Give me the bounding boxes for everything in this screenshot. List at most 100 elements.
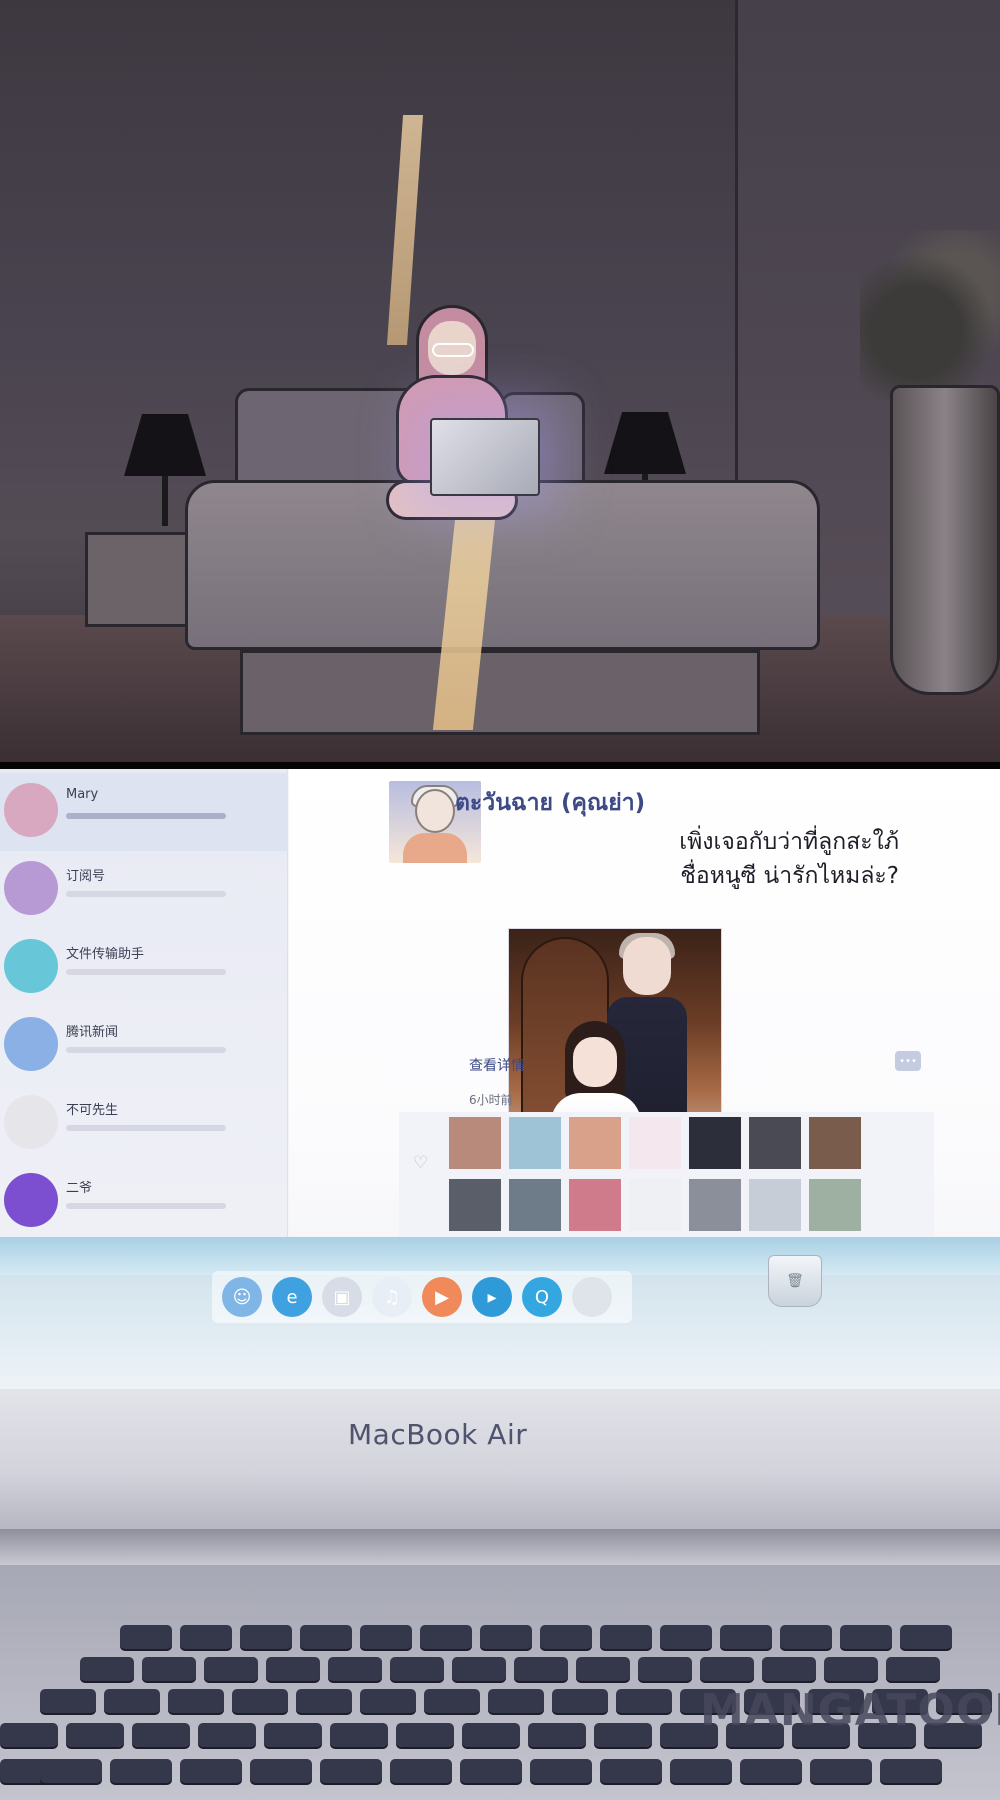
keyboard-key[interactable]: [540, 1625, 592, 1649]
keyboard-key[interactable]: [328, 1657, 382, 1681]
lamp-left: [124, 414, 206, 526]
keyboard-key[interactable]: [880, 1759, 942, 1783]
keyboard-key[interactable]: [886, 1657, 940, 1681]
like-avatar-thumbnail[interactable]: [689, 1117, 741, 1169]
keyboard-key[interactable]: [204, 1657, 258, 1681]
keyboard-key[interactable]: [600, 1625, 652, 1649]
keyboard-key[interactable]: [824, 1657, 878, 1681]
post-timestamp: 6小时前: [469, 1093, 513, 1107]
keyboard-key[interactable]: [396, 1723, 454, 1747]
keyboard-key[interactable]: [80, 1657, 134, 1681]
like-avatar-thumbnail[interactable]: [809, 1117, 861, 1169]
keyboard-key[interactable]: [232, 1689, 288, 1713]
panel-divider: [0, 762, 1000, 769]
like-avatar-thumbnail[interactable]: [509, 1179, 561, 1231]
keyboard-key[interactable]: [424, 1689, 480, 1713]
like-avatar-thumbnail[interactable]: [689, 1179, 741, 1231]
keyboard-key[interactable]: [462, 1723, 520, 1747]
browser-icon[interactable]: e: [272, 1277, 312, 1317]
news-icon: [4, 1017, 58, 1071]
keyboard-key[interactable]: [900, 1625, 952, 1649]
keyboard-key[interactable]: [670, 1759, 732, 1783]
post-author-name[interactable]: ตะวันฉาย (คุณย่า): [455, 785, 645, 821]
like-avatar-thumbnail[interactable]: [509, 1117, 561, 1169]
key-row: [0, 1657, 1000, 1683]
post-text: เพิ่งเจอกับว่าที่ลูกสะใภ้ ชื่อหนูซี น่าร…: [499, 825, 899, 893]
like-avatar-thumbnail[interactable]: [629, 1117, 681, 1169]
itunes-icon[interactable]: ♫: [372, 1277, 412, 1317]
keyboard-key[interactable]: [120, 1625, 172, 1649]
comment-icon[interactable]: •••: [895, 1051, 921, 1071]
keyboard-key[interactable]: [330, 1723, 388, 1747]
chat-item[interactable]: 不可先生: [0, 1085, 288, 1163]
trash-icon[interactable]: 🗑: [768, 1255, 822, 1307]
photos-icon[interactable]: ▣: [322, 1277, 362, 1317]
keyboard-key[interactable]: [552, 1689, 608, 1713]
like-avatar-thumbnail[interactable]: [749, 1117, 801, 1169]
keyboard-key[interactable]: [616, 1689, 672, 1713]
keyboard-key[interactable]: [720, 1625, 772, 1649]
keyboard-key[interactable]: [180, 1759, 242, 1783]
keyboard-key[interactable]: [66, 1723, 124, 1747]
chat-item[interactable]: 腾讯新闻: [0, 1007, 288, 1085]
keyboard-key[interactable]: [250, 1759, 312, 1783]
keyboard-key[interactable]: [810, 1759, 872, 1783]
keyboard-key[interactable]: [264, 1723, 322, 1747]
keyboard-key[interactable]: [762, 1657, 816, 1681]
keyboard-key[interactable]: [198, 1723, 256, 1747]
keyboard-key[interactable]: [360, 1689, 416, 1713]
video-icon[interactable]: ▸: [472, 1277, 512, 1317]
keyboard-key[interactable]: [390, 1657, 444, 1681]
media-player-icon[interactable]: ▶: [422, 1277, 462, 1317]
apple-icon[interactable]: [572, 1277, 612, 1317]
keyboard-key[interactable]: [514, 1657, 568, 1681]
like-avatar-thumbnail[interactable]: [629, 1179, 681, 1231]
keyboard-key[interactable]: [320, 1759, 382, 1783]
keyboard-key[interactable]: [240, 1625, 292, 1649]
keyboard-key[interactable]: [420, 1625, 472, 1649]
keyboard-key[interactable]: [110, 1759, 172, 1783]
like-avatar-thumbnail[interactable]: [569, 1179, 621, 1231]
keyboard-key[interactable]: [390, 1759, 452, 1783]
keyboard-key[interactable]: [104, 1689, 160, 1713]
keyboard-key[interactable]: [360, 1625, 412, 1649]
keyboard-key[interactable]: [168, 1689, 224, 1713]
keyboard-key[interactable]: [180, 1625, 232, 1649]
keyboard-key[interactable]: [480, 1625, 532, 1649]
keyboard-key[interactable]: [142, 1657, 196, 1681]
keyboard-key[interactable]: [600, 1759, 662, 1783]
finder-icon[interactable]: ☺: [222, 1277, 262, 1317]
keyboard-key[interactable]: [576, 1657, 630, 1681]
keyboard-key[interactable]: [488, 1689, 544, 1713]
like-avatar-thumbnail[interactable]: [449, 1179, 501, 1231]
chat-item[interactable]: 二爷: [0, 1163, 288, 1241]
qq-icon[interactable]: Q: [522, 1277, 562, 1317]
chat-item[interactable]: 文件传输助手: [0, 929, 288, 1007]
keyboard-key[interactable]: [530, 1759, 592, 1783]
keyboard-key[interactable]: [780, 1625, 832, 1649]
keyboard-key[interactable]: [452, 1657, 506, 1681]
chat-item[interactable]: Mary: [0, 773, 288, 851]
keyboard-key[interactable]: [840, 1625, 892, 1649]
keyboard-key[interactable]: [0, 1723, 58, 1747]
chat-item[interactable]: 订阅号: [0, 851, 288, 929]
keyboard-key[interactable]: [300, 1625, 352, 1649]
keyboard-key[interactable]: [638, 1657, 692, 1681]
keyboard-key[interactable]: [132, 1723, 190, 1747]
heart-icon[interactable]: ♡: [413, 1153, 428, 1173]
keyboard-key[interactable]: [40, 1689, 96, 1713]
keyboard-key[interactable]: [700, 1657, 754, 1681]
like-avatar-thumbnail[interactable]: [449, 1117, 501, 1169]
keyboard-key[interactable]: [740, 1759, 802, 1783]
keyboard-key[interactable]: [296, 1689, 352, 1713]
keyboard-key[interactable]: [460, 1759, 522, 1783]
like-avatar-thumbnail[interactable]: [749, 1179, 801, 1231]
like-avatar-thumbnail[interactable]: [569, 1117, 621, 1169]
view-details-link[interactable]: 查看详情: [469, 1055, 525, 1075]
keyboard-key[interactable]: [594, 1723, 652, 1747]
keyboard-key[interactable]: [40, 1759, 102, 1783]
keyboard-key[interactable]: [660, 1625, 712, 1649]
keyboard-key[interactable]: [266, 1657, 320, 1681]
keyboard-key[interactable]: [528, 1723, 586, 1747]
like-avatar-thumbnail[interactable]: [809, 1179, 861, 1231]
